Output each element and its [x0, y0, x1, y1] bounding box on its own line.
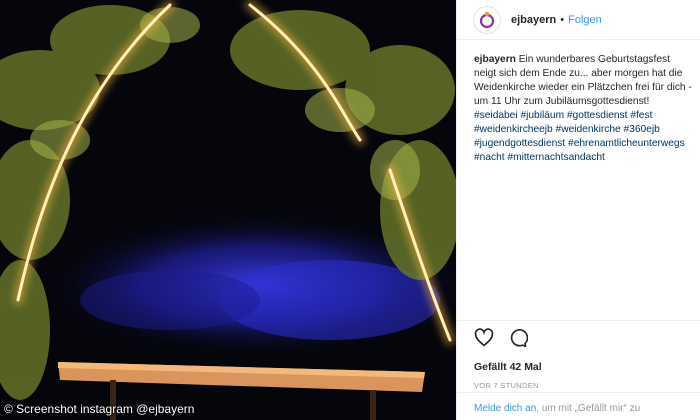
post-actions: Gefällt 42 Mal VOR 7 STUNDEN [457, 320, 700, 390]
caption-hashtags[interactable]: #seidabei #jubiläum #gottesdienst #fest … [474, 110, 685, 163]
photo-credit: © Screenshot instagram @ejbayern [4, 402, 195, 416]
caption-username[interactable]: ejbayern [474, 54, 516, 65]
post-sidebar: ejbayern • Folgen ejbayern Ein wunderbar… [456, 0, 700, 420]
follow-button[interactable]: Folgen [568, 14, 602, 26]
header-separator: • [560, 13, 565, 26]
post-caption: ejbayern Ein wunderbares Geburtstagsfest… [457, 40, 700, 165]
likes-count[interactable]: Gefällt 42 Mal [474, 361, 685, 373]
post-timestamp[interactable]: VOR 7 STUNDEN [474, 381, 685, 390]
night-arch-scene [0, 0, 456, 420]
action-icons [474, 327, 685, 353]
login-prompt-text: , um mit „Gefällt mir“ zu [536, 403, 641, 414]
post-header: ejbayern • Folgen [457, 0, 700, 40]
header-username[interactable]: ejbayern [511, 14, 556, 26]
post-photo[interactable]: © Screenshot instagram @ejbayern [0, 0, 456, 420]
ejb-logo-icon [479, 11, 495, 28]
login-prompt: Melde dich an, um mit „Gefällt mir“ zu [457, 392, 700, 420]
comment-icon[interactable] [508, 328, 529, 353]
avatar[interactable] [473, 5, 501, 34]
login-link[interactable]: Melde dich an [474, 403, 536, 414]
heart-icon[interactable] [474, 327, 494, 353]
